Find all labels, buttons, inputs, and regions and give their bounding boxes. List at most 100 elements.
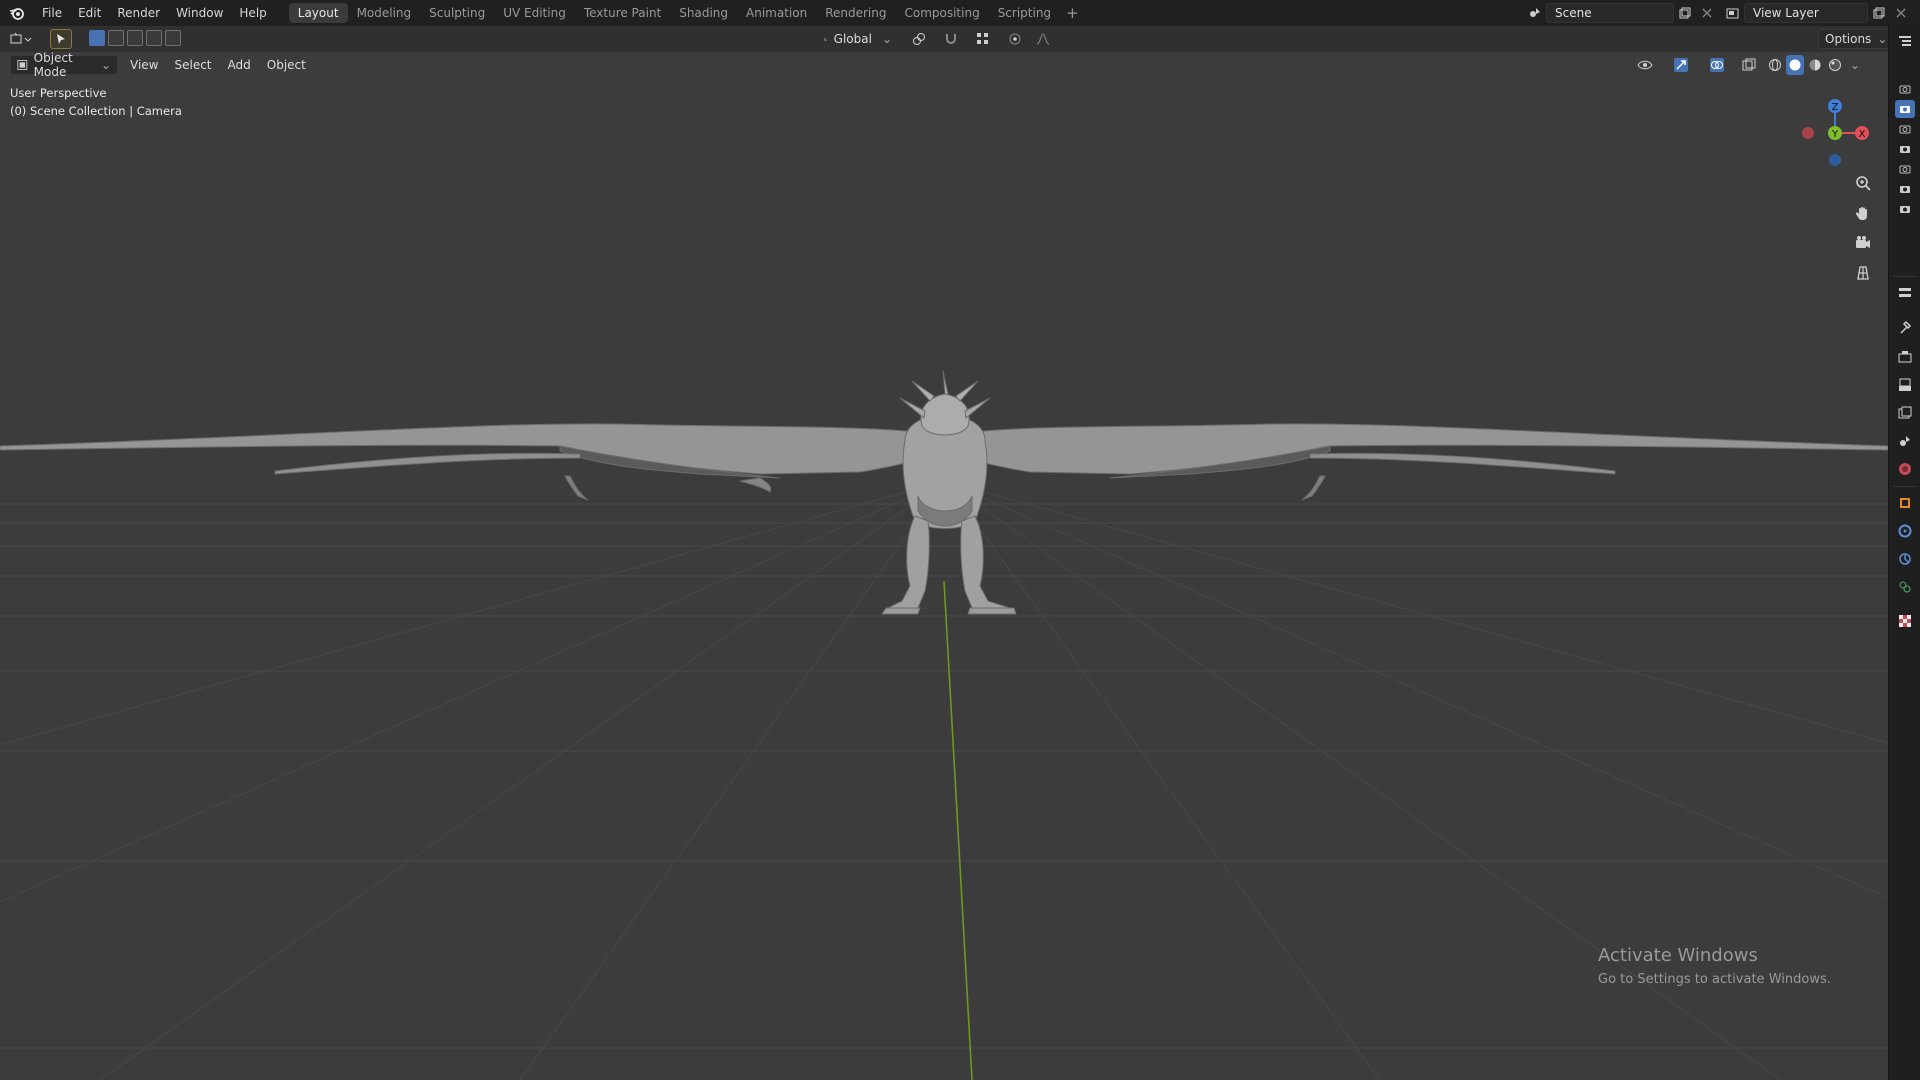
outliner-toggle-icon[interactable] [1895,32,1915,50]
camera-collection-icon[interactable] [1895,200,1915,218]
viewport-menu-view[interactable]: View [122,55,166,75]
object-properties-icon[interactable] [1895,494,1915,512]
select-new-icon[interactable] [89,30,105,46]
camera-collection-icon[interactable] [1895,140,1915,158]
menu-file[interactable]: File [34,0,70,26]
rendered-shading-icon[interactable] [1826,55,1844,75]
scene-selector: Scene [1524,3,1718,23]
options-label: Options [1825,32,1872,46]
pan-hand-icon[interactable] [1850,200,1876,226]
modifier-properties-icon[interactable] [1895,522,1915,540]
camera-collection-icon[interactable] [1895,120,1915,138]
transform-orientation-label: Global [833,32,872,46]
overlays-icon[interactable] [1702,55,1732,75]
top-menu-bar: File Edit Render Window Help Layout Mode… [0,0,1920,26]
select-intersect-icon[interactable] [165,30,181,46]
wireframe-shading-icon[interactable] [1766,55,1784,75]
select-extend-icon[interactable] [108,30,124,46]
gizmo-neg-z-handle [1829,154,1841,166]
tab-texture-paint[interactable]: Texture Paint [575,3,670,23]
solid-shading-icon[interactable] [1786,55,1804,75]
world-properties-icon[interactable] [1895,460,1915,478]
viewport-menu-add[interactable]: Add [220,55,259,75]
collection-label: (0) Scene Collection | Camera [10,104,182,118]
delete-scene-icon[interactable] [1696,3,1718,23]
perspective-toggle-icon[interactable] [1850,260,1876,286]
options-dropdown[interactable]: Options ⌄ [1818,29,1895,49]
tab-compositing[interactable]: Compositing [895,3,988,23]
tool-properties-icon[interactable] [1895,318,1915,336]
view-layer-properties-icon[interactable] [1895,404,1915,422]
transform-orientation-group: Global ⌄ [818,29,1054,49]
camera-collection-icon[interactable] [1895,80,1915,98]
properties-tab-strip [1888,26,1920,1080]
delete-view-layer-icon[interactable] [1890,3,1912,23]
physics-properties-icon[interactable] [1895,578,1915,596]
blender-logo-icon[interactable] [0,0,34,26]
menu-edit[interactable]: Edit [70,0,109,26]
tab-uv-editing[interactable]: UV Editing [494,3,575,23]
gizmo-neg-x-handle [1802,127,1814,139]
object-mode-dropdown[interactable]: Object Mode ⌄ [10,51,118,79]
workspace-tabs: Layout Modeling Sculpting UV Editing Tex… [288,0,1085,26]
strip-divider [1893,486,1917,487]
xray-toggle-icon[interactable] [1738,55,1760,75]
falloff-curve-icon[interactable] [1032,29,1054,49]
viewport-menu-select[interactable]: Select [166,55,219,75]
output-properties-icon[interactable] [1895,376,1915,394]
tab-modeling[interactable]: Modeling [348,3,421,23]
gizmo-toggle-icon[interactable] [1666,55,1696,75]
tool-settings-bar: Global ⌄ Options ⌄ [0,26,1895,52]
menu-window[interactable]: Window [168,0,231,26]
visibility-eye-icon[interactable] [1630,55,1660,75]
pivot-point-icon[interactable] [904,29,934,49]
view-layer-icon[interactable] [1722,3,1744,23]
material-preview-icon[interactable] [1806,55,1824,75]
snap-increment-icon[interactable] [968,29,998,49]
chevron-down-icon[interactable]: ⌄ [1850,58,1860,72]
chevron-down-icon: ⌄ [881,32,892,46]
camera-render-icon[interactable] [1895,100,1915,118]
render-properties-icon[interactable] [1895,348,1915,366]
tab-layout[interactable]: Layout [288,3,348,23]
add-workspace-button[interactable]: + [1060,4,1085,22]
scene-properties-icon[interactable] [1895,432,1915,450]
camera-collection-icon[interactable] [1895,160,1915,178]
gizmo-y-label: Y [1831,129,1839,140]
viewport-menu-object[interactable]: Object [259,55,314,75]
floor-grid [0,370,1888,1080]
strip-divider [1893,276,1917,277]
object-mode-label: Object Mode [33,51,73,79]
texture-properties-icon[interactable] [1895,612,1915,630]
camera-collection-icon[interactable] [1895,180,1915,198]
tab-scripting[interactable]: Scripting [989,3,1060,23]
properties-toggle-icon[interactable] [1895,284,1915,302]
new-view-layer-icon[interactable] [1868,3,1890,23]
scene-name-field[interactable]: Scene [1546,3,1674,23]
zoom-icon[interactable] [1850,170,1876,196]
selection-mode-group [89,30,181,46]
tab-shading[interactable]: Shading [670,3,737,23]
camera-view-icon[interactable] [1850,230,1876,256]
tab-animation[interactable]: Animation [737,3,816,23]
select-tool-icon[interactable] [50,29,72,49]
scene-icon[interactable] [1524,3,1546,23]
constraint-properties-icon[interactable] [1895,550,1915,568]
new-scene-icon[interactable] [1674,3,1696,23]
snap-magnet-icon[interactable] [940,29,962,49]
editor-type-icon[interactable] [10,29,40,49]
chevron-down-icon: ⌄ [1877,32,1888,46]
transform-orientation-dropdown[interactable]: Global ⌄ [818,29,898,49]
viewport-header: Object Mode ⌄ View Select Add Object ⌄ [0,51,1888,79]
view-layer-name-field[interactable]: View Layer [1744,3,1868,23]
menu-help[interactable]: Help [231,0,274,26]
activate-windows-title: Activate Windows [1598,945,1758,966]
tab-sculpting[interactable]: Sculpting [420,3,494,23]
proportional-edit-icon[interactable] [1004,29,1026,49]
tab-rendering[interactable]: Rendering [816,3,895,23]
menu-render[interactable]: Render [109,0,168,26]
select-subtract-icon[interactable] [127,30,143,46]
3d-viewport[interactable]: User Perspective (0) Scene Collection | … [0,26,1888,1080]
select-invert-icon[interactable] [146,30,162,46]
gizmo-x-label: X [1859,129,1866,140]
